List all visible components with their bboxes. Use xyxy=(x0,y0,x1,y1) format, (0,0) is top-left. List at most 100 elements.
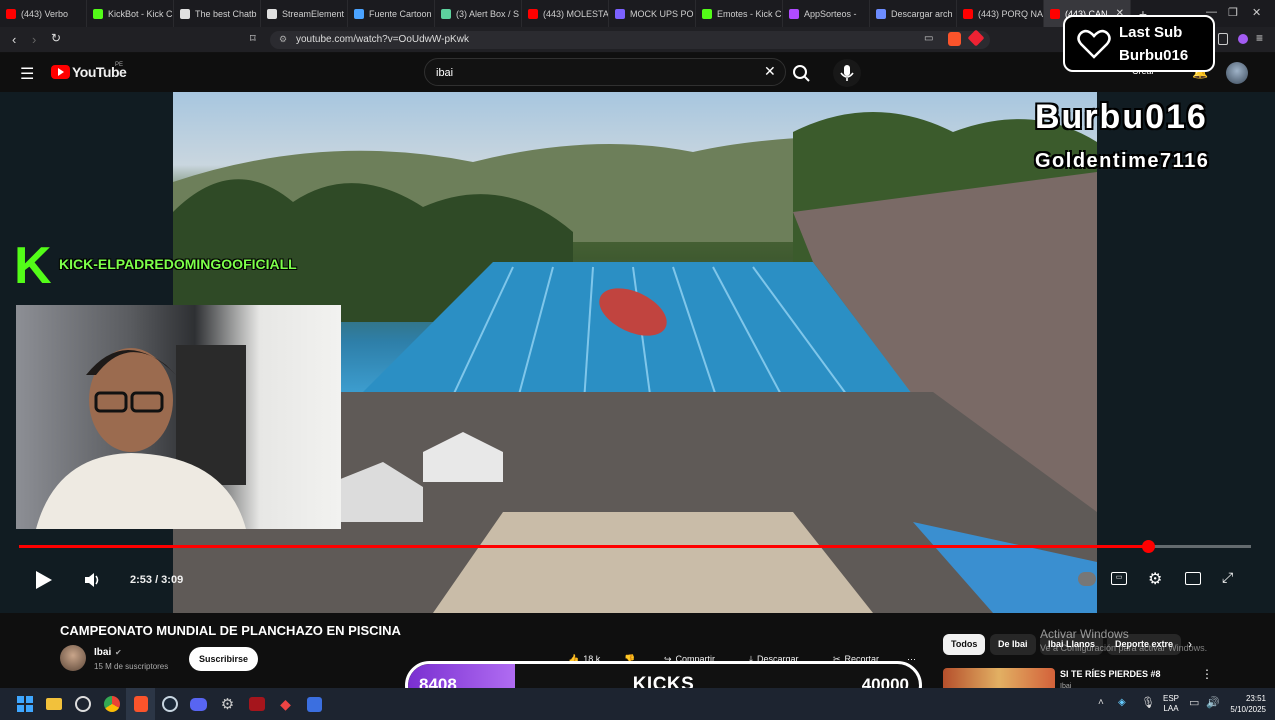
brave-icon[interactable] xyxy=(126,688,155,720)
close-window-icon[interactable]: ✕ xyxy=(1252,6,1261,19)
guide-menu-icon[interactable]: ☰ xyxy=(20,64,34,84)
browser-tab[interactable]: StreamElement xyxy=(261,0,348,27)
tab-favicon-icon xyxy=(615,8,625,19)
autoplay-toggle[interactable] xyxy=(1078,572,1096,586)
obs-icon[interactable] xyxy=(68,688,97,720)
reload-icon[interactable]: ↻ xyxy=(51,31,61,45)
forward-icon[interactable]: › xyxy=(32,32,36,47)
voice-search-button[interactable] xyxy=(833,59,861,87)
clear-search-icon[interactable]: ✕ xyxy=(764,63,776,80)
vpn-icon[interactable] xyxy=(1218,33,1228,45)
volume-icon xyxy=(85,573,99,587)
subscribe-button[interactable]: Suscribirse xyxy=(189,647,259,671)
browser-tab[interactable]: (443) MOLESTA xyxy=(522,0,609,27)
heart-icon xyxy=(1077,29,1111,59)
back-icon[interactable]: ‹ xyxy=(12,32,16,47)
tab-favicon-icon xyxy=(528,8,538,19)
tab-favicon-icon xyxy=(441,8,451,19)
tab-favicon-icon xyxy=(93,8,103,19)
avatar[interactable] xyxy=(1226,62,1248,84)
brave-shield-icon[interactable] xyxy=(948,32,961,46)
cast-icon[interactable]: ▭ xyxy=(924,33,933,44)
tab-label: Descargar arch xyxy=(891,8,953,19)
tray-expand-icon[interactable]: ˄ xyxy=(1098,697,1104,708)
browser-tab[interactable]: MOCK UPS PO xyxy=(609,0,696,27)
progress-scrubber[interactable] xyxy=(1142,540,1155,553)
tab-label: The best Chatb xyxy=(195,8,257,19)
play-button[interactable] xyxy=(32,569,54,591)
tray-mic-icon[interactable]: 🎙 xyxy=(1141,696,1155,709)
last-sub-title: Last Sub xyxy=(1119,24,1183,41)
recommended-more-icon[interactable]: ⋮ xyxy=(1201,667,1213,681)
browser-tab[interactable]: (443) Verbo xyxy=(0,0,87,27)
chip-from-ibai[interactable]: De Ibai xyxy=(990,634,1036,655)
progress-bar[interactable] xyxy=(19,540,1251,553)
microphone-icon xyxy=(840,65,854,81)
clock[interactable]: 23:51 5/10/2025 xyxy=(1226,693,1266,715)
tab-label: (3) Alert Box / S xyxy=(456,8,520,19)
start-button[interactable] xyxy=(10,688,39,720)
browser-tab[interactable]: (3) Alert Box / S xyxy=(435,0,522,27)
language-top: ESP xyxy=(1163,694,1180,703)
channel-avatar[interactable] xyxy=(60,645,86,671)
browser-tab[interactable]: (443) PORQ NA xyxy=(957,0,1044,27)
tab-label: (443) Verbo xyxy=(21,8,69,19)
discord-icon[interactable] xyxy=(184,688,213,720)
tray-app-icon[interactable]: ◈ xyxy=(1118,697,1126,708)
miniplayer-icon[interactable] xyxy=(1185,572,1201,585)
url-text: youtube.com/watch?v=OoUdwW-pKwk xyxy=(296,34,469,45)
chrome-icon[interactable] xyxy=(97,688,126,720)
activate-windows-title: Activar Windows xyxy=(1040,627,1129,641)
browser-tab[interactable]: Emotes - Kick C xyxy=(696,0,783,27)
search-box[interactable]: ibai ✕ xyxy=(424,58,786,86)
file-explorer-icon[interactable] xyxy=(39,688,68,720)
tab-favicon-icon xyxy=(1050,8,1060,19)
search-button[interactable] xyxy=(786,60,816,86)
wallet-icon[interactable] xyxy=(1238,34,1248,44)
tab-favicon-icon xyxy=(267,8,277,19)
bookmark-icon[interactable]: ⌑ xyxy=(250,32,256,45)
settings-icon[interactable]: ⚙ xyxy=(1148,569,1162,589)
recommended-thumbnail[interactable] xyxy=(943,668,1055,688)
tab-label: Fuente Cartoon xyxy=(369,8,432,19)
browser-tab[interactable]: AppSorteos - xyxy=(783,0,870,27)
search-input[interactable]: ibai xyxy=(436,67,453,79)
language-indicator[interactable]: ESP LAA xyxy=(1163,694,1179,714)
address-bar[interactable]: ⚙ youtube.com/watch?v=OoUdwW-pKwk ▭ xyxy=(270,31,990,49)
windows-logo-icon xyxy=(16,696,33,712)
menu-icon[interactable]: ≡ xyxy=(1256,31,1263,45)
recommended-title[interactable]: SI TE RÍES PIERDES #8 xyxy=(1060,669,1161,679)
maximize-icon[interactable]: ❐ xyxy=(1228,6,1238,19)
verified-icon: ✔ xyxy=(115,648,122,657)
channel-name[interactable]: Ibai xyxy=(94,647,111,658)
browser-tab[interactable]: KickBot - Kick C xyxy=(87,0,174,27)
app-red-icon[interactable] xyxy=(242,688,271,720)
subtitles-icon[interactable]: ▭ xyxy=(1111,572,1127,585)
app-diamond-icon[interactable]: ◆ xyxy=(271,688,300,720)
browser-tab[interactable]: Fuente Cartoon xyxy=(348,0,435,27)
windows-taskbar: ⚙ ◆ ˄ ◈ 🎙 ESP LAA ▭ 🔊 23:51 5/10/2025 xyxy=(0,688,1275,720)
fullscreen-icon[interactable]: ⤢ xyxy=(1222,569,1233,586)
steam-icon[interactable] xyxy=(155,688,184,720)
site-info-icon[interactable]: ⚙ xyxy=(279,34,287,45)
browser-tab[interactable]: The best Chatb xyxy=(174,0,261,27)
tab-label: (443) PORQ NA xyxy=(978,8,1044,19)
region-code: PE xyxy=(115,62,124,68)
chip-all[interactable]: Todos xyxy=(943,634,986,655)
volume-button[interactable] xyxy=(84,572,102,588)
app-blue-icon[interactable] xyxy=(300,688,329,720)
network-icon[interactable]: ▭ xyxy=(1189,696,1199,709)
speaker-icon[interactable]: 🔊 xyxy=(1206,696,1220,709)
tab-favicon-icon xyxy=(876,8,886,19)
youtube-logo-icon[interactable] xyxy=(51,65,70,79)
tab-label: StreamElement xyxy=(282,8,345,19)
search-icon xyxy=(793,65,810,82)
language-bottom: LAA xyxy=(1163,704,1179,713)
tab-favicon-icon xyxy=(963,8,973,19)
webcam-feed xyxy=(16,305,341,529)
video-player[interactable]: Burbu016 Goldentime7116 K KICK-ELPADREDO… xyxy=(0,92,1275,613)
browser-tab[interactable]: Descargar arch xyxy=(870,0,957,27)
tab-label: (443) MOLESTA xyxy=(543,8,609,19)
settings-app-icon[interactable]: ⚙ xyxy=(213,688,242,720)
tab-favicon-icon xyxy=(354,8,364,19)
